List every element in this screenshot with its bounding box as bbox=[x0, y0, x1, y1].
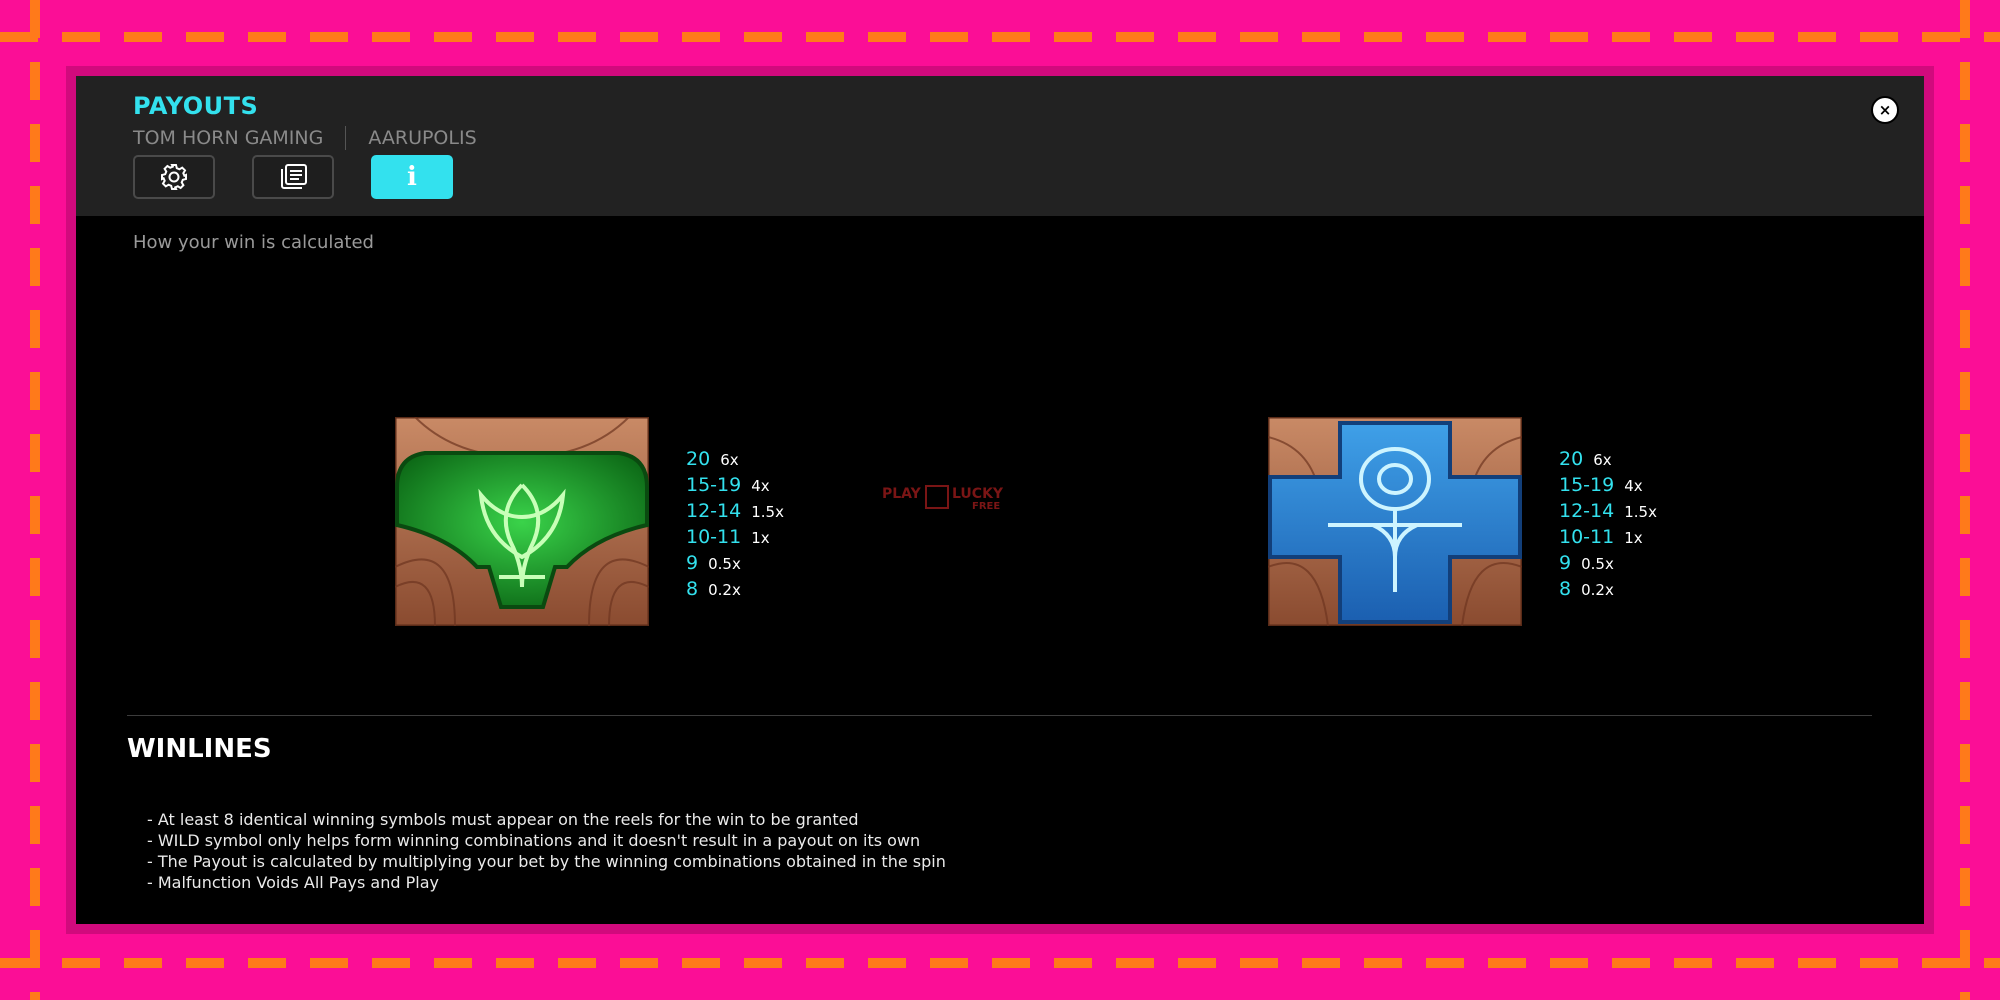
pay-row: 10-11 1x bbox=[1559, 526, 1643, 548]
frame-dash-right bbox=[1960, 0, 1970, 1000]
pay-row: 20 6x bbox=[686, 448, 739, 470]
provider-name: TOM HORN GAMING bbox=[133, 127, 324, 149]
tab-bar: i bbox=[133, 155, 453, 199]
green-lotus-paytable: 20 6x 15-19 4x 12-14 1.5x 10-11 1x 9 0.5x 8 0.… bbox=[686, 446, 784, 602]
watermark-logo: PLAY LUCKY FREE bbox=[882, 485, 1004, 512]
blue-ankh-symbol bbox=[1266, 415, 1524, 628]
close-icon: × bbox=[1878, 101, 1892, 119]
pay-row: 8 0.2x bbox=[686, 578, 741, 600]
frame-dash-bottom bbox=[0, 958, 2000, 968]
tab-info[interactable]: i bbox=[371, 155, 453, 199]
pay-row: 20 6x bbox=[1559, 448, 1612, 470]
pay-row: 9 0.5x bbox=[686, 552, 741, 574]
info-icon: i bbox=[407, 162, 417, 192]
rule-item: - The Payout is calculated by multiplyin… bbox=[147, 852, 946, 871]
intro-text: How your win is calculated bbox=[133, 232, 374, 253]
pay-row: 12-14 1.5x bbox=[1559, 500, 1657, 522]
green-lotus-symbol bbox=[393, 415, 651, 628]
gear-icon bbox=[161, 164, 187, 190]
page-title: PAYOUTS bbox=[133, 92, 259, 120]
winlines-rules: - At least 8 identical winning symbols m… bbox=[147, 809, 946, 893]
pay-row: 8 0.2x bbox=[1559, 578, 1614, 600]
breadcrumb: TOM HORN GAMING AARUPOLIS bbox=[133, 126, 477, 150]
panel-header: PAYOUTS TOM HORN GAMING AARUPOLIS i × bbox=[76, 76, 1924, 216]
winlines-title: WINLINES bbox=[127, 734, 272, 764]
frame-dash-left bbox=[30, 0, 40, 1000]
section-divider bbox=[127, 715, 1872, 716]
rule-item: - WILD symbol only helps form winning co… bbox=[147, 831, 921, 850]
payouts-panel: PAYOUTS TOM HORN GAMING AARUPOLIS i × Ho… bbox=[76, 76, 1924, 924]
rule-item: - At least 8 identical winning symbols m… bbox=[147, 810, 859, 829]
tab-paytable[interactable] bbox=[252, 155, 334, 199]
paytable-icon bbox=[281, 164, 307, 189]
frame-dash-top bbox=[0, 32, 2000, 42]
pay-row: 15-19 4x bbox=[686, 474, 770, 496]
rule-item: - Malfunction Voids All Pays and Play bbox=[147, 873, 439, 892]
pay-row: 15-19 4x bbox=[1559, 474, 1643, 496]
tab-settings[interactable] bbox=[133, 155, 215, 199]
pay-row: 12-14 1.5x bbox=[686, 500, 784, 522]
game-name: AARUPOLIS bbox=[368, 127, 477, 149]
slot-reel-icon bbox=[925, 485, 949, 509]
pay-row: 9 0.5x bbox=[1559, 552, 1614, 574]
close-button[interactable]: × bbox=[1871, 96, 1899, 124]
blue-ankh-paytable: 20 6x 15-19 4x 12-14 1.5x 10-11 1x 9 0.5x 8 0.… bbox=[1559, 446, 1657, 602]
breadcrumb-divider bbox=[345, 126, 347, 150]
pay-row: 10-11 1x bbox=[686, 526, 770, 548]
